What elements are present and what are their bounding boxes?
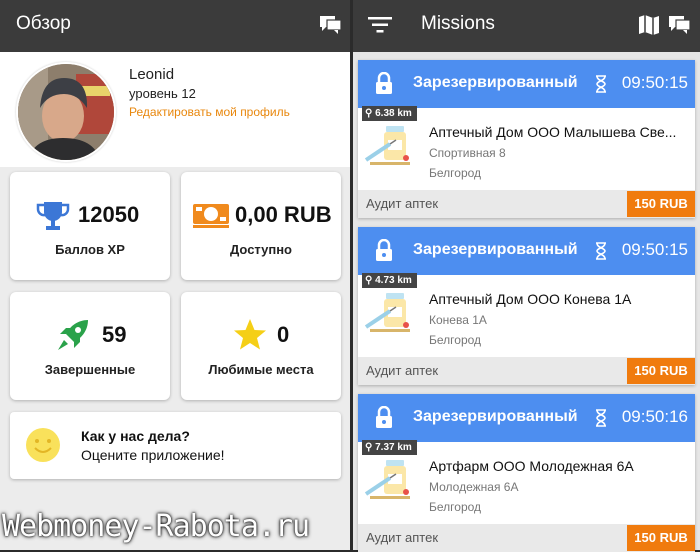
mission-status: Зарезервированный [413,74,578,91]
mission-price: 150 RUB [627,191,695,217]
distance-badge: ⚲ 4.73 km [362,273,417,288]
mission-header: Зарезервированный 09:50:15 [358,60,695,108]
chat-icon[interactable] [318,12,344,38]
mission-timer: 09:50:15 [621,73,688,92]
mission-category: Аудит аптек [366,530,439,545]
avatar[interactable] [16,62,116,162]
map-icon[interactable] [636,12,662,38]
balance-label: Доступно [230,242,292,257]
mission-timer: 09:50:16 [621,407,688,426]
hourglass-icon [595,409,607,431]
completed-label: Завершенные [44,362,136,377]
mission-distance: 7.37 km [375,442,412,453]
distance-badge: ⚲ 6.38 km [362,106,417,121]
mission-name: Артфарм ООО Молодежная 6А [429,458,634,474]
mission-address: Молодежная 6А [429,480,519,494]
overview-title: Обзор [16,13,71,34]
profile-name: Leonid [129,66,175,83]
rate-subtitle: Оцените приложение! [81,447,225,463]
filter-icon[interactable] [367,12,393,38]
overview-topbar: Обзор [0,0,350,52]
missions-panel: Missions Зарезервированный 09:50:15 ⚲ 6.… [353,0,700,552]
edit-profile-link[interactable]: Редактировать мой профиль [129,105,290,119]
balance-value: 0,00 RUB [235,202,332,227]
mission-footer: Аудит аптек 150 RUB [358,357,695,385]
mission-timer: 09:50:15 [621,240,688,259]
lock-icon [375,238,393,265]
lock-icon [375,405,393,432]
hourglass-icon [595,75,607,97]
mission-category: Аудит аптек [366,363,439,378]
smiley-icon [25,427,61,467]
pharmacy-icon [364,120,416,172]
mission-status: Зарезервированный [413,408,578,425]
mission-distance: 6.38 km [375,108,412,119]
trophy-icon [36,200,70,236]
mission-city: Белгород [429,166,482,180]
profile-section: Leonid уровень 12 Редактировать мой проф… [0,52,350,167]
pharmacy-icon [364,287,416,339]
xp-label: Баллов XP [55,242,125,257]
mission-category: Аудит аптек [366,196,439,211]
hourglass-icon [595,242,607,264]
star-icon [233,318,267,355]
pin-icon: ⚲ [365,442,373,453]
mission-footer: Аудит аптек 150 RUB [358,190,695,218]
pin-icon: ⚲ [365,108,373,119]
distance-badge: ⚲ 7.37 km [362,440,417,455]
favorites-value: 0 [277,322,290,347]
mission-price: 150 RUB [627,525,695,551]
completed-card[interactable]: 59 Завершенные [10,292,170,400]
watermark: Webmoney-Rabota.ru [2,509,310,544]
xp-card[interactable]: 12050 Баллов XP [10,172,170,280]
mission-card[interactable]: Зарезервированный 09:50:16 ⚲ 7.37 km Арт… [358,394,695,552]
favorites-label: Любимые места [208,362,314,377]
mission-distance: 4.73 km [375,275,412,286]
profile-level: уровень 12 [129,86,196,101]
mission-city: Белгород [429,500,482,514]
xp-value: 12050 [78,202,140,227]
chat-icon[interactable] [667,12,693,38]
mission-card[interactable]: Зарезервированный 09:50:15 ⚲ 4.73 km Апт… [358,227,695,385]
rate-question: Как у нас дела? [81,428,190,444]
mission-name: Аптечный Дом ООО Конева 1А [429,291,632,307]
balance-card[interactable]: 0,00 RUB Доступно [181,172,341,280]
mission-status: Зарезервированный [413,241,578,258]
missions-topbar: Missions [353,0,700,52]
mission-address: Конева 1А [429,313,487,327]
mission-header: Зарезервированный 09:50:16 [358,394,695,442]
favorites-card[interactable]: 0 Любимые места [181,292,341,400]
pin-icon: ⚲ [365,275,373,286]
mission-address: Спортивная 8 [429,146,506,160]
mission-name: Аптечный Дом ООО Малышева Све... [429,124,677,140]
missions-title: Missions [421,13,495,34]
pharmacy-icon [364,454,416,506]
money-icon [193,202,229,232]
overview-panel: Обзор Leonid уровень 12 Редактировать мо… [0,0,350,550]
lock-icon [375,71,393,98]
completed-value: 59 [102,322,127,347]
mission-header: Зарезервированный 09:50:15 [358,227,695,275]
mission-city: Белгород [429,333,482,347]
rocket-icon [56,318,90,356]
mission-footer: Аудит аптек 150 RUB [358,524,695,552]
mission-price: 150 RUB [627,358,695,384]
mission-card[interactable]: Зарезервированный 09:50:15 ⚲ 6.38 km Апт… [358,60,695,218]
rate-app-card[interactable]: Как у нас дела? Оцените приложение! [10,412,341,479]
